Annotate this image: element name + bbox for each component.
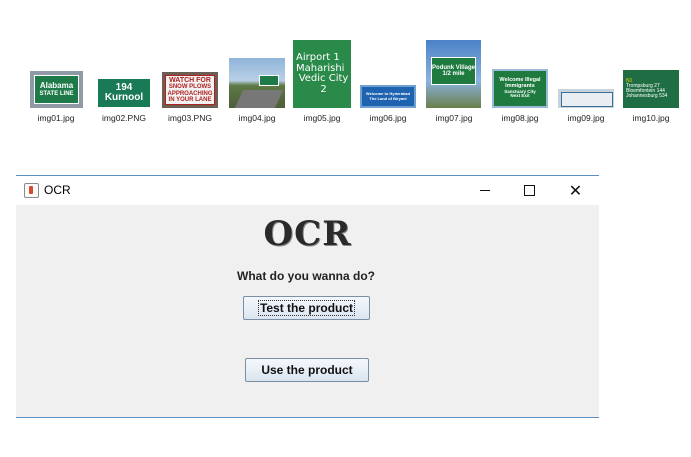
thumbnail-image: 194 Kurnool <box>98 79 150 107</box>
maximize-icon <box>524 185 535 196</box>
sign-text: Johannesburg 534 <box>626 93 668 100</box>
window-title: OCR <box>44 183 71 197</box>
app-heading: OCR <box>263 214 352 254</box>
thumbnail-image <box>558 89 614 108</box>
sign-text: IN YOUR LANE <box>168 96 212 103</box>
close-button[interactable]: ✕ <box>553 176 598 205</box>
sign-text: STATE LINE <box>39 90 74 97</box>
file-thumb-img10[interactable]: N1 Trompsburg 27 Bloemfontein 144 Johann… <box>611 30 691 130</box>
thumbnail-image: WATCH FOR SNOW PLOWS APPROACHING IN YOUR… <box>162 72 218 108</box>
sign-text: WATCH FOR <box>169 76 211 84</box>
thumbnail-image: Airport 1 Maharishi Vedic City 2 <box>293 40 351 108</box>
thumbnail-image: Welcome Illegal Immigrants Sanctuary Cit… <box>492 69 548 108</box>
thumbnail-image <box>229 58 285 108</box>
test-product-button[interactable]: Test the product <box>243 296 370 320</box>
title-bar[interactable]: OCR ✕ <box>16 176 599 205</box>
thumbnail-image: Podunk Village 1/2 mile <box>426 40 481 108</box>
thumbnail-image: N1 Trompsburg 27 Bloemfontein 144 Johann… <box>623 70 679 108</box>
thumbnail-image: Alabama STATE LINE <box>30 71 83 108</box>
use-product-label: Use the product <box>261 363 353 377</box>
test-product-label: Test the product <box>257 300 356 316</box>
sign-text: Next Exit <box>510 93 530 99</box>
sign-text: The Land of Biryani <box>369 95 407 101</box>
minimize-button[interactable] <box>462 176 507 205</box>
close-icon: ✕ <box>568 180 583 200</box>
sign-text: 1/2 mile <box>442 71 465 77</box>
use-product-button[interactable]: Use the product <box>245 358 369 382</box>
minimize-icon <box>479 190 490 191</box>
file-name: img10.jpg <box>632 113 670 123</box>
ocr-window: OCR ✕ OCR What do you wanna do? Test the… <box>16 176 599 418</box>
sign-text: Vedic City 2 <box>298 73 349 95</box>
maximize-button[interactable] <box>507 176 552 205</box>
thumbnail-image: Welcome to Hyderabad The Land of Biryani <box>360 85 416 108</box>
sign-text: Airport 1 <box>296 52 340 63</box>
java-app-icon <box>24 183 39 198</box>
sign-text: Alabama <box>39 81 74 91</box>
sign-text: Kurnool <box>104 92 144 103</box>
prompt-label: What do you wanna do? <box>237 269 375 283</box>
